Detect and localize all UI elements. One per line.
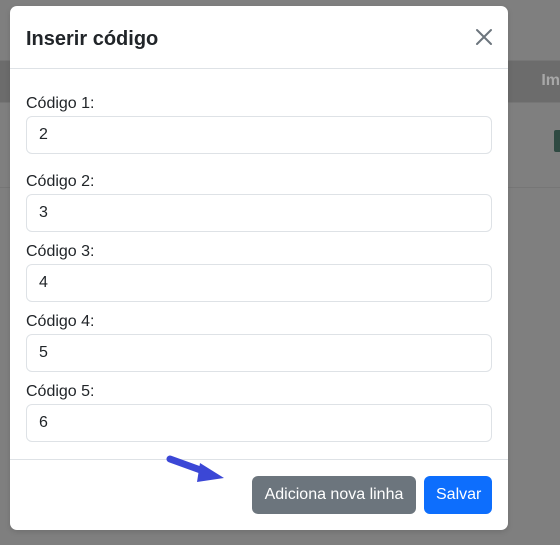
code-input-4[interactable]: [26, 334, 492, 372]
background-header-text: Im: [541, 72, 560, 89]
code-field-2: Código 2:: [26, 172, 492, 232]
code-field-1: Código 1:: [26, 94, 492, 154]
code-label-5: Código 5:: [26, 383, 95, 400]
code-field-3: Código 3:: [26, 242, 492, 302]
code-field-4: Código 4:: [26, 312, 492, 372]
save-button[interactable]: Salvar: [424, 476, 492, 514]
modal-header: Inserir código: [10, 6, 508, 69]
add-new-line-button[interactable]: Adiciona nova linha: [252, 476, 416, 514]
code-input-3[interactable]: [26, 264, 492, 302]
insert-code-modal: Inserir código Código 1: Código 2: Códig…: [10, 6, 508, 530]
modal-footer: Adiciona nova linha Salvar: [10, 459, 508, 531]
code-label-2: Código 2:: [26, 173, 95, 190]
code-input-2[interactable]: [26, 194, 492, 232]
code-label-3: Código 3:: [26, 243, 95, 260]
modal-title: Inserir código: [26, 28, 159, 50]
close-icon: [476, 29, 492, 45]
code-label-1: Código 1:: [26, 95, 95, 112]
annotation-arrow-icon: [166, 455, 224, 482]
close-button[interactable]: [472, 25, 496, 49]
code-label-4: Código 4:: [26, 313, 95, 330]
code-input-1[interactable]: [26, 116, 492, 154]
background-thumbnail: [554, 130, 560, 152]
code-field-5: Código 5:: [26, 382, 492, 442]
code-input-5[interactable]: [26, 404, 492, 442]
